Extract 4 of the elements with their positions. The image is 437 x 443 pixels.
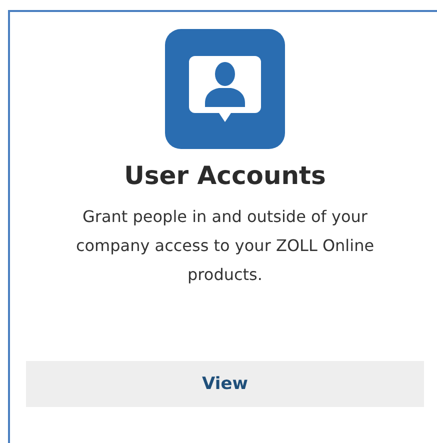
card-title: User Accounts [124, 161, 326, 190]
user-chat-icon [165, 29, 285, 149]
view-button[interactable]: View [26, 361, 424, 407]
card-description: Grant people in and outside of your company access to your ZOLL Online products. [74, 206, 376, 286]
